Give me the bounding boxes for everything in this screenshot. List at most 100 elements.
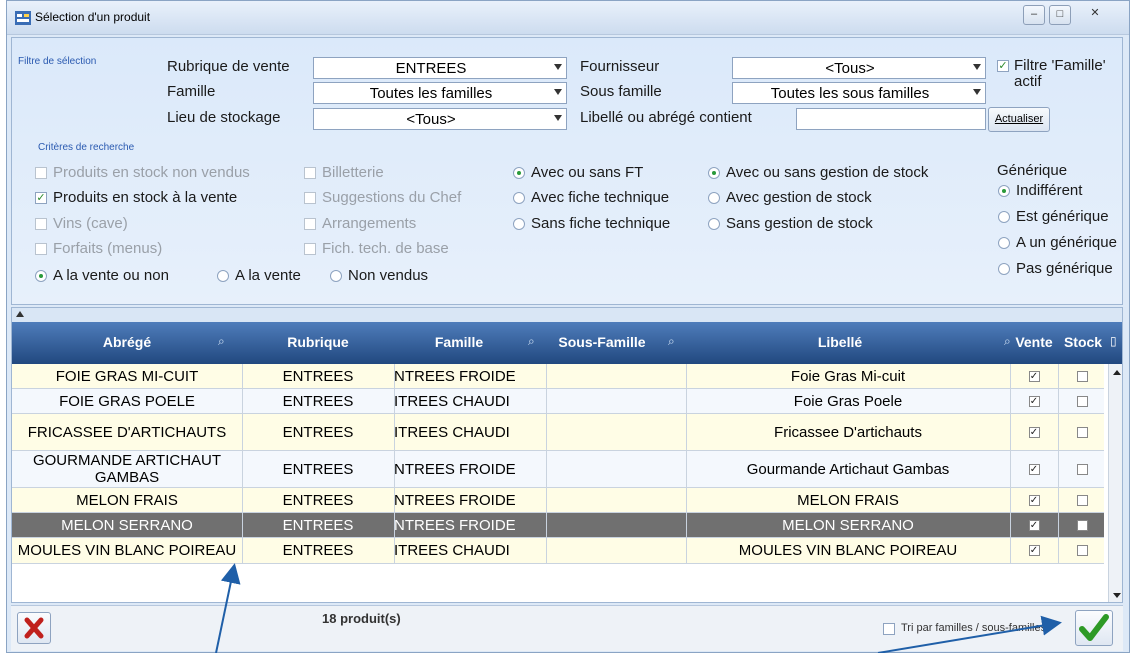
radio-non-vendus[interactable] xyxy=(330,270,342,282)
chk-fich-tech[interactable] xyxy=(304,243,316,255)
col-famille[interactable]: Famille xyxy=(394,334,524,350)
radio-gen-a-un[interactable] xyxy=(998,237,1010,249)
lieu-select[interactable]: <Tous> xyxy=(313,108,567,130)
rubrique-select[interactable]: ENTREES xyxy=(313,57,567,79)
vente-checkbox[interactable]: ✓ xyxy=(1028,545,1040,556)
radio-gen-est-label: Est générique xyxy=(1016,208,1109,225)
vente-checkbox[interactable]: ✓ xyxy=(1028,395,1040,407)
chk-arrangements[interactable] xyxy=(304,218,316,230)
chk-fich-tech-label: Fich. tech. de base xyxy=(322,240,449,257)
stock-checkbox[interactable] xyxy=(1076,494,1088,506)
product-count: 18 produit(s) xyxy=(322,611,401,626)
radio-avec-stock-label: Avec gestion de stock xyxy=(726,189,872,206)
search-icon[interactable]: ⌕ xyxy=(528,334,535,349)
chk-stock-non-vendus-label: Produits en stock non vendus xyxy=(53,164,250,181)
fournisseur-label: Fournisseur xyxy=(580,58,660,75)
chk-suggestions-label: Suggestions du Chef xyxy=(322,189,462,206)
column-divider xyxy=(1058,513,1059,537)
cell-libelle: Foie Gras Poele xyxy=(793,392,903,410)
column-divider xyxy=(242,389,243,413)
search-icon[interactable]: ⌕ xyxy=(668,334,675,349)
chk-vins-label: Vins (cave) xyxy=(53,215,128,232)
cell-famille: NTREES FROIDE xyxy=(394,460,516,478)
chk-billetterie[interactable] xyxy=(304,167,316,179)
stock-checkbox[interactable] xyxy=(1076,426,1088,438)
libelle-input[interactable] xyxy=(796,108,986,130)
radio-ft-indiff[interactable] xyxy=(513,167,525,179)
app-icon xyxy=(15,11,31,25)
radio-vente-ou-non[interactable] xyxy=(35,270,47,282)
cancel-button[interactable] xyxy=(17,612,51,644)
minimize-button[interactable]: – xyxy=(1023,5,1045,25)
vente-checkbox[interactable]: ✓ xyxy=(1028,519,1040,531)
col-vente[interactable]: Vente xyxy=(1010,334,1058,350)
radio-avec-ft[interactable] xyxy=(513,192,525,204)
col-rubrique[interactable]: Rubrique xyxy=(242,334,394,350)
vente-checkbox[interactable]: ✓ xyxy=(1028,463,1040,475)
cell-rubrique: ENTREES xyxy=(282,423,354,441)
table-row[interactable]: FOIE GRAS POELE ENTREES ITREES CHAUDI Foie … xyxy=(12,389,1104,414)
chk-billetterie-label: Billetterie xyxy=(322,164,384,181)
radio-sans-stock[interactable] xyxy=(708,218,720,230)
scroll-down-icon[interactable] xyxy=(1113,593,1121,598)
tri-familles-checkbox[interactable] xyxy=(883,623,895,635)
vente-checkbox[interactable]: ✓ xyxy=(1028,426,1040,438)
search-icon[interactable]: ⌕ xyxy=(218,334,225,349)
radio-sans-ft[interactable] xyxy=(513,218,525,230)
stock-checkbox[interactable] xyxy=(1076,463,1088,475)
famille-select[interactable]: Toutes les familles xyxy=(313,82,567,104)
actualiser-button[interactable]: Actualiser xyxy=(988,107,1050,132)
fournisseur-select[interactable]: <Tous> xyxy=(732,57,986,79)
chk-stock-non-vendus[interactable] xyxy=(35,167,47,179)
chk-stock-vente-label: Produits en stock à la vente xyxy=(53,189,238,206)
table-row[interactable]: MELON FRAIS ENTREES NTREES FROIDE MELON FRA… xyxy=(12,488,1104,513)
chk-suggestions[interactable] xyxy=(304,192,316,204)
table-row[interactable]: MELON SERRANO ENTREES NTREES FROIDE MELON S… xyxy=(12,513,1104,538)
radio-a-la-vente[interactable] xyxy=(217,270,229,282)
stock-checkbox[interactable] xyxy=(1076,545,1088,556)
stock-checkbox[interactable] xyxy=(1076,519,1088,531)
chk-forfaits[interactable] xyxy=(35,243,47,255)
famille-label: Famille xyxy=(167,83,216,100)
radio-stock-indiff[interactable] xyxy=(708,167,720,179)
scroll-up-icon[interactable] xyxy=(1113,370,1121,375)
sous-famille-select[interactable]: Toutes les sous familles xyxy=(732,82,986,104)
stock-checkbox[interactable] xyxy=(1076,370,1088,382)
radio-gen-est[interactable] xyxy=(998,211,1010,223)
column-divider xyxy=(394,513,395,537)
column-divider xyxy=(242,414,243,450)
radio-gen-pas[interactable] xyxy=(998,263,1010,275)
radio-sans-ft-label: Sans fiche technique xyxy=(531,215,671,232)
stock-checkbox[interactable] xyxy=(1076,395,1088,407)
col-sous-famille[interactable]: Sous-Famille xyxy=(542,334,662,350)
maximize-button[interactable]: □ xyxy=(1049,5,1071,25)
grid-collapse-bar[interactable] xyxy=(12,308,1122,322)
filtre-famille-checkbox[interactable]: ✓ xyxy=(997,60,1009,72)
column-divider xyxy=(1058,488,1059,512)
vente-checkbox[interactable]: ✓ xyxy=(1028,494,1040,506)
table-row[interactable]: FRICASSEE D'ARTICHAUTS ENTREES ITREES CHAU… xyxy=(12,414,1104,451)
vertical-scrollbar[interactable] xyxy=(1108,364,1122,602)
chk-vins[interactable] xyxy=(35,218,47,230)
table-row[interactable]: MOULES VIN BLANC POIREAU ENTREES ITREES CH… xyxy=(12,538,1104,564)
cell-vente: ✓ xyxy=(1010,538,1058,563)
title-bar[interactable]: Sélection d'un produit – □ ✕ xyxy=(7,1,1129,35)
cell-abrege: FOIE GRAS MI-CUIT xyxy=(55,367,199,385)
column-config-icon[interactable]: ▯ xyxy=(1110,334,1117,348)
table-row[interactable]: GOURMANDE ARTICHAUT GAMBAS ENTREES NTREES … xyxy=(12,451,1104,488)
vente-checkbox[interactable]: ✓ xyxy=(1028,370,1040,382)
cell-vente: ✓ xyxy=(1010,364,1058,388)
col-libelle[interactable]: Libellé xyxy=(682,334,998,350)
radio-avec-stock[interactable] xyxy=(708,192,720,204)
radio-gen-indifferent[interactable] xyxy=(998,185,1010,197)
col-stock[interactable]: Stock xyxy=(1058,334,1108,350)
cell-sous-famille xyxy=(546,451,686,487)
chk-stock-vente[interactable]: ✓ xyxy=(35,192,47,204)
col-abrege[interactable]: Abrégé xyxy=(12,334,242,350)
close-button[interactable]: ✕ xyxy=(1075,5,1115,25)
table-row[interactable]: FOIE GRAS MI-CUIT ENTREES NTREES FROIDE Foi… xyxy=(12,364,1104,389)
window-title: Sélection d'un produit xyxy=(35,10,151,24)
radio-non-vendus-label: Non vendus xyxy=(348,267,429,284)
validate-button[interactable] xyxy=(1075,610,1113,646)
column-divider xyxy=(686,414,687,450)
